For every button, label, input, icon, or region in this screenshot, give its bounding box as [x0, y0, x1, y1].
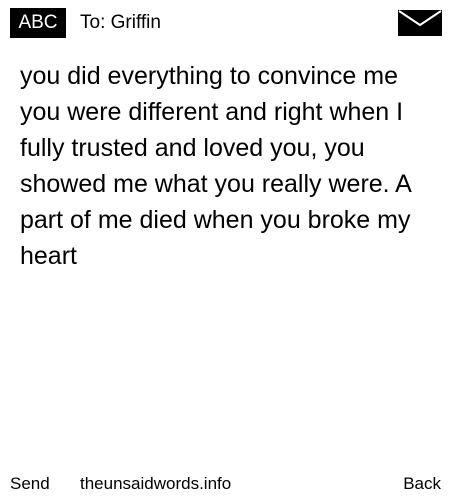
message-body[interactable]: you did everything to convince me you we…: [20, 58, 436, 274]
input-mode-badge[interactable]: ABC: [10, 8, 66, 38]
back-button[interactable]: Back: [403, 470, 441, 498]
recipient-label[interactable]: To: Griffin: [80, 8, 161, 38]
softkey-bar: Send theunsaidwords.info Back: [0, 470, 450, 498]
send-button[interactable]: Send: [10, 470, 50, 498]
envelope-icon: [398, 10, 442, 36]
site-label: theunsaidwords.info: [80, 474, 232, 493]
header: ABC To: Griffin: [0, 0, 450, 44]
